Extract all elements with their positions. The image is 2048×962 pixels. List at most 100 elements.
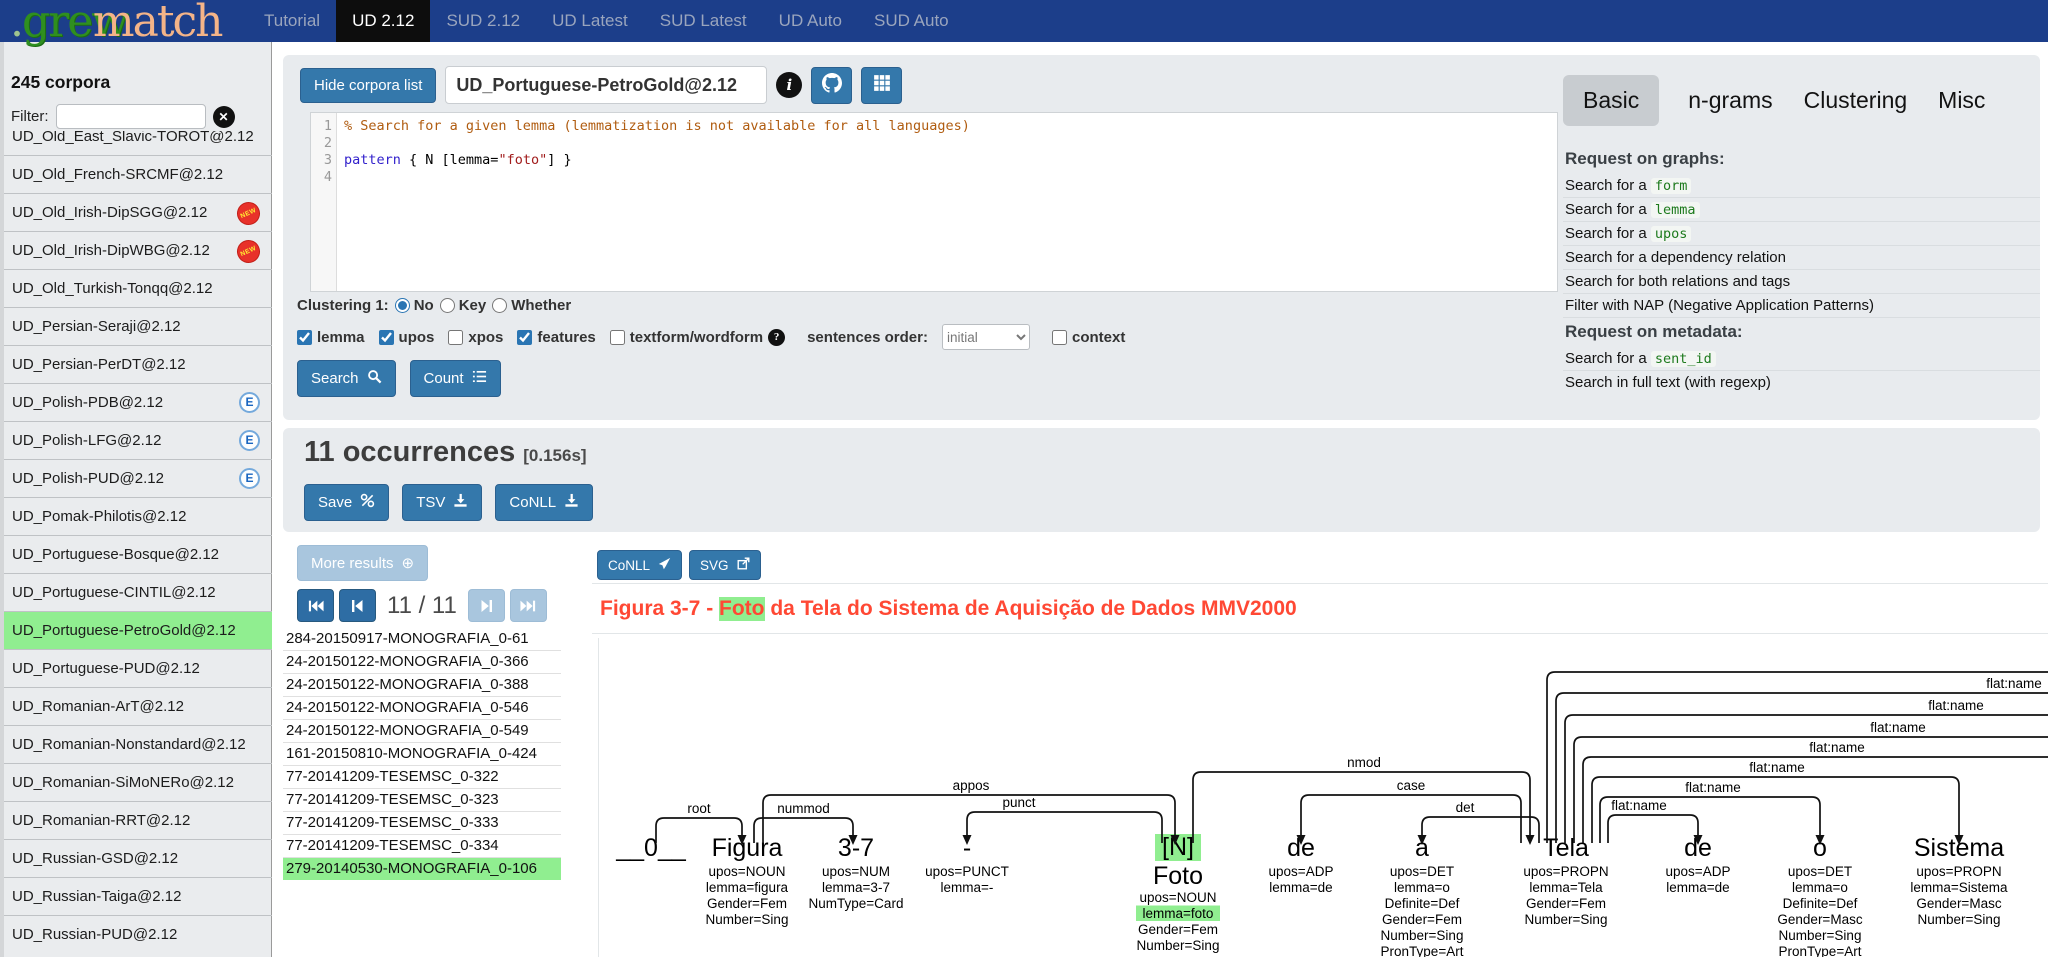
nav-item-ud-latest[interactable]: UD Latest: [536, 0, 644, 42]
prev-page-button[interactable]: [339, 589, 376, 622]
clear-filter-icon[interactable]: ✕: [213, 106, 235, 128]
tab-misc[interactable]: Misc: [1936, 75, 1987, 126]
corpus-item[interactable]: UD_Old_Irish-DipWBG@2.12NEW: [4, 231, 272, 269]
count-button[interactable]: Count: [410, 360, 501, 397]
corpus-item[interactable]: UD_Polish-PUD@2.12E: [4, 459, 272, 497]
quicklink-item[interactable]: Search for both relations and tags: [1563, 270, 2040, 294]
hit-row[interactable]: 24-20150122-MONOGRAFIA_0-549: [283, 719, 561, 742]
quicklink-item[interactable]: Search for a sent_id: [1563, 347, 2040, 371]
radio-no[interactable]: [395, 298, 410, 313]
info-icon[interactable]: i: [776, 72, 802, 98]
dependency-graph[interactable]: __0__ Figuraupos=NOUNlemma=figuraGender=F…: [598, 638, 2048, 957]
token[interactable]: __0__: [615, 834, 687, 862]
toggle-features[interactable]: features: [517, 329, 595, 346]
filter-input[interactable]: [56, 104, 206, 129]
hide-corpora-button[interactable]: Hide corpora list: [300, 68, 436, 103]
corpus-item[interactable]: UD_Romanian-Nonstandard@2.12: [4, 725, 272, 763]
tab-n-grams[interactable]: n-grams: [1686, 75, 1774, 126]
last-page-button[interactable]: [510, 589, 547, 622]
token[interactable]: oupos=DETlemma=oDefinite=DefGender=MascN…: [1777, 834, 1862, 957]
corpus-item[interactable]: UD_Russian-Taiga@2.12: [4, 877, 272, 915]
token[interactable]: 3-7upos=NUMlemma=3-7NumType=Card: [809, 834, 904, 911]
hit-row[interactable]: 77-20141209-TESEMSC_0-333: [283, 811, 561, 834]
hit-row[interactable]: 24-20150122-MONOGRAFIA_0-366: [283, 650, 561, 673]
hit-row[interactable]: 284-20150917-MONOGRAFIA_0-61: [283, 628, 561, 650]
corpus-item[interactable]: UD_Portuguese-CINTIL@2.12: [4, 573, 272, 611]
clustering-option-key[interactable]: Key: [440, 297, 487, 314]
corpus-item[interactable]: UD_Portuguese-PetroGold@2.12: [4, 611, 272, 649]
toggle-lemma[interactable]: lemma: [297, 329, 365, 346]
github-button[interactable]: [811, 67, 852, 104]
save-button[interactable]: Save: [304, 484, 389, 521]
conll-view-button[interactable]: CoNLL: [597, 550, 682, 580]
hit-row[interactable]: 77-20141209-TESEMSC_0-322: [283, 765, 561, 788]
conll-download-button[interactable]: CoNLL: [495, 484, 593, 521]
hit-row[interactable]: 279-20140530-MONOGRAFIA_0-106: [283, 857, 561, 880]
quicklink-item[interactable]: Filter with NAP (Negative Application Pa…: [1563, 294, 2040, 318]
tab-clustering[interactable]: Clustering: [1802, 75, 1910, 126]
corpus-item[interactable]: UD_Romanian-ArT@2.12: [4, 687, 272, 725]
toggle-upos[interactable]: upos: [379, 329, 435, 346]
corpus-item[interactable]: UD_Romanian-RRT@2.12: [4, 801, 272, 839]
token[interactable]: Telaupos=PROPNlemma=TelaGender=FemNumber…: [1523, 834, 1608, 927]
token[interactable]: [N]Fotoupos=NOUNlemma=fotoGender=FemNumb…: [1136, 833, 1220, 953]
next-page-button[interactable]: [468, 589, 505, 622]
corpus-item[interactable]: UD_Polish-LFG@2.12E: [4, 421, 272, 459]
sentences-order-select[interactable]: initial: [942, 324, 1030, 350]
quicklink-item[interactable]: Search for a lemma: [1563, 198, 2040, 222]
svg-view-button[interactable]: SVG: [689, 550, 761, 580]
checkbox[interactable]: [448, 330, 463, 345]
table-view-button[interactable]: [861, 67, 902, 104]
toggle-xpos[interactable]: xpos: [448, 329, 503, 346]
more-results-button[interactable]: More results ⊕: [297, 545, 428, 581]
help-icon[interactable]: ?: [768, 329, 785, 346]
toggle-context[interactable]: context: [1052, 329, 1125, 346]
corpus-item[interactable]: UD_Russian-GSD@2.12: [4, 839, 272, 877]
corpus-item[interactable]: UD_Polish-PDB@2.12E: [4, 383, 272, 421]
nav-item-sud-auto[interactable]: SUD Auto: [858, 0, 965, 42]
radio-key[interactable]: [440, 298, 455, 313]
quicklink-item[interactable]: Search for a upos: [1563, 222, 2040, 246]
hit-row[interactable]: 24-20150122-MONOGRAFIA_0-546: [283, 696, 561, 719]
nav-item-sud-latest[interactable]: SUD Latest: [644, 0, 763, 42]
tsv-download-button[interactable]: TSV: [402, 484, 482, 521]
corpus-item[interactable]: UD_Russian-PUD@2.12: [4, 915, 272, 953]
radio-whether[interactable]: [492, 298, 507, 313]
nav-item-ud-2-12[interactable]: UD 2.12: [336, 0, 430, 42]
corpus-item[interactable]: UD_Romanian-SiMoNERo@2.12: [4, 763, 272, 801]
toggle-textform-wordform[interactable]: textform/wordform?: [610, 329, 785, 346]
corpus-item[interactable]: UD_Old_Turkish-Tonqq@2.12: [4, 269, 272, 307]
nav-item-tutorial[interactable]: Tutorial: [248, 0, 336, 42]
corpus-item[interactable]: UD_Portuguese-Bosque@2.12: [4, 535, 272, 573]
hit-row[interactable]: 77-20141209-TESEMSC_0-323: [283, 788, 561, 811]
corpus-item[interactable]: UD_Persian-Seraji@2.12: [4, 307, 272, 345]
corpus-item[interactable]: UD_Old_East_Slavic-TOROT@2.12: [4, 131, 272, 155]
corpus-item[interactable]: UD_Portuguese-PUD@2.12: [4, 649, 272, 687]
corpus-input[interactable]: [445, 66, 767, 104]
corpus-item[interactable]: UD_Pomak-Philotis@2.12: [4, 497, 272, 535]
quicklink-item[interactable]: Search for a form: [1563, 174, 2040, 198]
token[interactable]: aupos=DETlemma=oDefinite=DefGender=FemNu…: [1381, 834, 1464, 957]
first-page-button[interactable]: [297, 589, 334, 622]
clustering-option-no[interactable]: No: [395, 297, 434, 314]
nav-item-sud-2-12[interactable]: SUD 2.12: [430, 0, 536, 42]
quicklink-item[interactable]: Search in full text (with regexp): [1563, 371, 2040, 394]
tab-basic[interactable]: Basic: [1563, 75, 1659, 126]
token[interactable]: Sistemaupos=PROPNlemma=SistemaGender=Mas…: [1910, 834, 2008, 927]
hit-row[interactable]: 24-20150122-MONOGRAFIA_0-388: [283, 673, 561, 696]
search-button[interactable]: Search: [297, 360, 396, 397]
token[interactable]: Figuraupos=NOUNlemma=figuraGender=FemNum…: [706, 834, 789, 927]
hit-row[interactable]: 77-20141209-TESEMSC_0-334: [283, 834, 561, 857]
pattern-editor[interactable]: 1234 % Search for a given lemma (lemmati…: [310, 112, 1558, 292]
checkbox[interactable]: [517, 330, 532, 345]
nav-item-ud-auto[interactable]: UD Auto: [763, 0, 858, 42]
corpus-item[interactable]: UD_Persian-PerDT@2.12: [4, 345, 272, 383]
corpus-item[interactable]: UD_Old_Irish-DipSGG@2.12NEW: [4, 193, 272, 231]
hit-row[interactable]: 161-20150810-MONOGRAFIA_0-424: [283, 742, 561, 765]
checkbox[interactable]: [1052, 330, 1067, 345]
quicklink-item[interactable]: Search for a dependency relation: [1563, 246, 2040, 270]
clustering-option-whether[interactable]: Whether: [492, 297, 571, 314]
checkbox[interactable]: [610, 330, 625, 345]
checkbox[interactable]: [297, 330, 312, 345]
checkbox[interactable]: [379, 330, 394, 345]
